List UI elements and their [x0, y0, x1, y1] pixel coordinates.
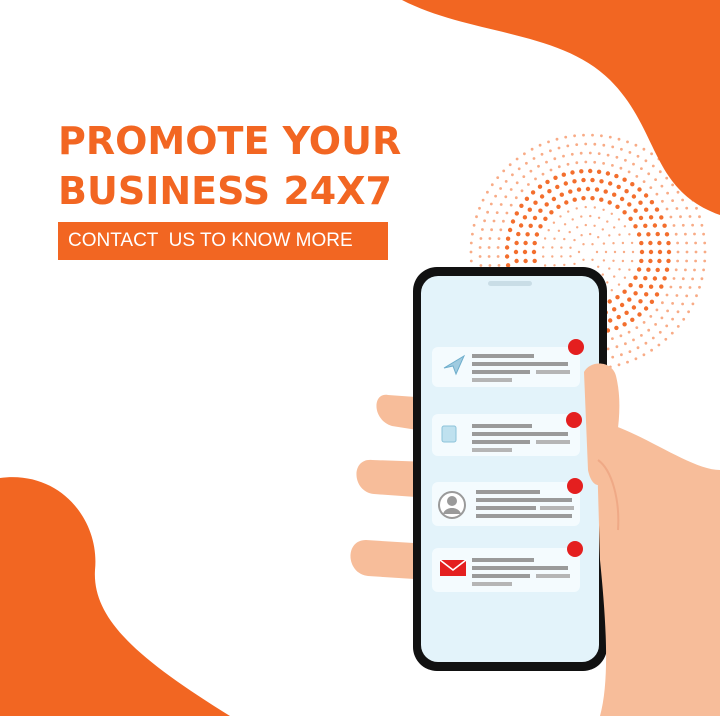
hand-palm — [596, 420, 720, 716]
notification-dot — [567, 478, 583, 494]
promo-banner: PROMOTE YOUR BUSINESS 24X7 CONTACT US TO… — [0, 0, 720, 716]
phone-speaker — [488, 281, 532, 286]
phone-in-hand-illustration — [350, 267, 720, 716]
notification-dot — [567, 541, 583, 557]
notification-card-4 — [432, 541, 583, 592]
phone-screen — [421, 276, 599, 662]
notification-card-2 — [432, 412, 582, 456]
notification-dot — [566, 412, 582, 428]
notification-card-3 — [432, 478, 583, 526]
notification-dot — [568, 339, 584, 355]
document-icon — [441, 425, 457, 443]
